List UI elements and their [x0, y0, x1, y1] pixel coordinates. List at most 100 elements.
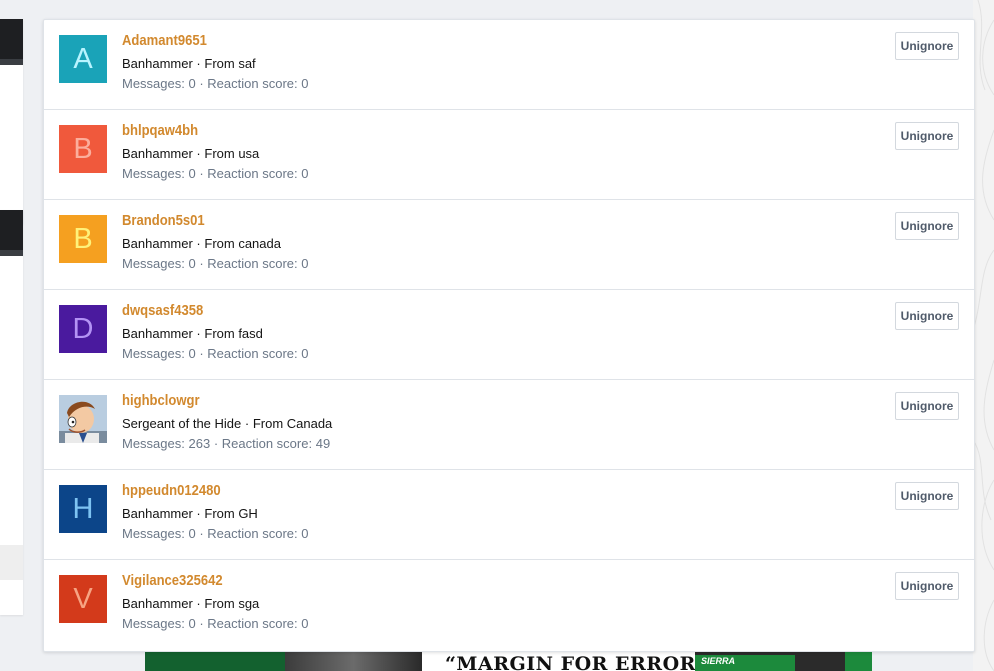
reaction-score: 0	[301, 166, 309, 181]
member-title-location: Banhammer · From GH	[122, 506, 258, 521]
messages-label: Messages:	[122, 166, 185, 181]
messages-count: 0	[188, 256, 196, 271]
avatar[interactable]: B	[59, 215, 107, 263]
member-stats: Messages: 263 · Reaction score: 49	[122, 436, 330, 451]
member-title-location: Sergeant of the Hide · From Canada	[122, 416, 332, 431]
reaction-label: Reaction score:	[207, 76, 298, 91]
user-title: Banhammer	[122, 146, 193, 161]
reaction-score: 0	[301, 256, 309, 271]
username-link[interactable]: dwqsasf4358	[122, 303, 203, 319]
separator: ·	[192, 506, 205, 521]
member-row: D dwqsasf4358 Banhammer · From fasd Mess…	[44, 290, 974, 380]
username-link[interactable]: hppeudn012480	[122, 483, 221, 499]
separator: ·	[195, 346, 208, 361]
unignore-button[interactable]: Unignore	[895, 482, 959, 510]
reaction-score: 0	[301, 616, 309, 631]
avatar[interactable]: B	[59, 125, 107, 173]
separator: ·	[195, 256, 208, 271]
reaction-label: Reaction score:	[207, 346, 298, 361]
messages-count: 0	[188, 616, 196, 631]
member-title-location: Banhammer · From fasd	[122, 326, 263, 341]
ad-headline: “MARGIN FOR ERROR?”	[445, 653, 719, 671]
member-location: From Canada	[252, 416, 333, 431]
messages-label: Messages:	[122, 436, 185, 451]
messages-label: Messages:	[122, 616, 185, 631]
messages-label: Messages:	[122, 256, 185, 271]
separator: ·	[195, 526, 208, 541]
reaction-score: 0	[301, 526, 309, 541]
user-title: Sergeant of the Hide	[122, 416, 242, 431]
member-stats: Messages: 0 · Reaction score: 0	[122, 166, 308, 181]
separator: ·	[195, 166, 208, 181]
ad-product-label: SIERRA	[701, 656, 736, 666]
avatar[interactable]: D	[59, 305, 107, 353]
reaction-label: Reaction score:	[207, 166, 298, 181]
avatar[interactable]: V	[59, 575, 107, 623]
unignore-button[interactable]: Unignore	[895, 572, 959, 600]
unignore-button[interactable]: Unignore	[895, 122, 959, 150]
username-link[interactable]: Brandon5s01	[122, 213, 205, 229]
member-title-location: Banhammer · From saf	[122, 56, 256, 71]
member-row: A Adamant9651 Banhammer · From saf Messa…	[44, 20, 974, 110]
member-title-location: Banhammer · From sga	[122, 596, 259, 611]
messages-label: Messages:	[122, 346, 185, 361]
ad-green-edge	[845, 651, 872, 671]
messages-label: Messages:	[122, 526, 185, 541]
user-title: Banhammer	[122, 326, 193, 341]
user-title: Banhammer	[122, 236, 193, 251]
member-location: From fasd	[204, 326, 263, 341]
avatar[interactable]: H	[59, 485, 107, 533]
messages-count: 0	[188, 346, 196, 361]
reaction-label: Reaction score:	[207, 616, 298, 631]
member-stats: Messages: 0 · Reaction score: 0	[122, 76, 308, 91]
member-stats: Messages: 0 · Reaction score: 0	[122, 526, 308, 541]
user-title: Banhammer	[122, 506, 193, 521]
reaction-score: 49	[315, 436, 331, 451]
separator: ·	[195, 616, 208, 631]
cartoon-avatar-icon	[59, 395, 107, 443]
member-location: From saf	[204, 56, 256, 71]
member-location: From GH	[204, 506, 258, 521]
panel-header-stripe	[0, 250, 23, 256]
separator: ·	[210, 436, 222, 451]
separator: ·	[192, 146, 205, 161]
advertisement-banner[interactable]: “MARGIN FOR ERROR?” SIERRA	[145, 651, 872, 671]
reaction-score: 0	[301, 76, 309, 91]
reaction-label: Reaction score:	[207, 526, 298, 541]
unignore-button[interactable]: Unignore	[895, 212, 959, 240]
reaction-label: Reaction score:	[207, 256, 298, 271]
background-pattern	[973, 0, 994, 671]
ad-photo	[285, 651, 422, 671]
separator: ·	[192, 56, 205, 71]
avatar[interactable]: A	[59, 35, 107, 83]
user-title: Banhammer	[122, 56, 193, 71]
messages-count: 0	[188, 76, 196, 91]
separator: ·	[192, 326, 205, 341]
messages-label: Messages:	[122, 76, 185, 91]
member-stats: Messages: 0 · Reaction score: 0	[122, 346, 308, 361]
ignored-members-list: A Adamant9651 Banhammer · From saf Messa…	[43, 19, 975, 652]
username-link[interactable]: Vigilance325642	[122, 573, 223, 589]
separator: ·	[195, 76, 208, 91]
separator: ·	[192, 596, 205, 611]
member-row: V Vigilance325642 Banhammer · From sga M…	[44, 560, 974, 649]
username-link[interactable]: Adamant9651	[122, 33, 207, 49]
member-location: From sga	[204, 596, 260, 611]
messages-count: 0	[188, 526, 196, 541]
unignore-button[interactable]: Unignore	[895, 302, 959, 330]
unignore-button[interactable]: Unignore	[895, 32, 959, 60]
separator: ·	[192, 236, 205, 251]
username-link[interactable]: highbclowgr	[122, 393, 200, 409]
ad-green-block	[145, 651, 285, 671]
user-title: Banhammer	[122, 596, 193, 611]
member-location: From canada	[204, 236, 281, 251]
member-title-location: Banhammer · From canada	[122, 236, 281, 251]
avatar-image[interactable]	[59, 395, 107, 443]
username-link[interactable]: bhlpqaw4bh	[122, 123, 198, 139]
member-row: H hppeudn012480 Banhammer · From GH Mess…	[44, 470, 974, 560]
member-row: highbclowgr Sergeant of the Hide · From …	[44, 380, 974, 470]
unignore-button[interactable]: Unignore	[895, 392, 959, 420]
separator: ·	[241, 416, 253, 431]
panel-footer	[0, 545, 23, 580]
member-stats: Messages: 0 · Reaction score: 0	[122, 616, 308, 631]
